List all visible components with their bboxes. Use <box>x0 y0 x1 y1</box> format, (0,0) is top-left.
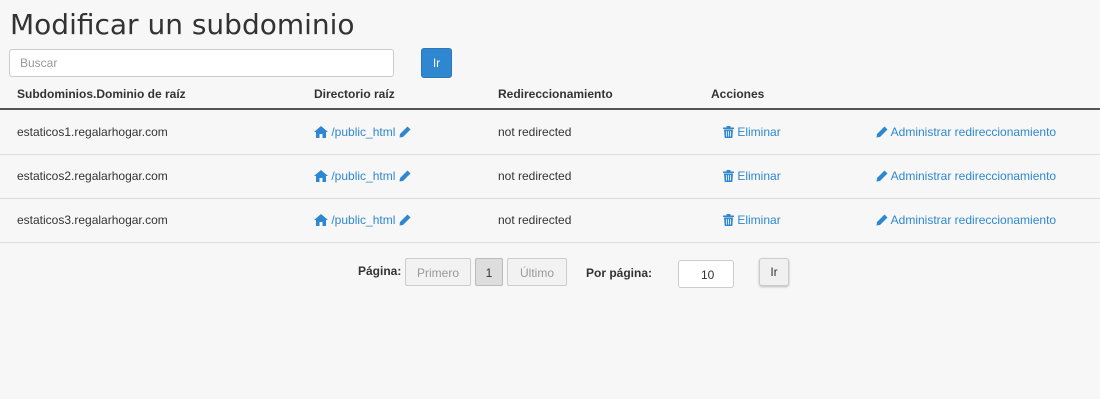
last-page-button[interactable]: Último <box>507 258 567 286</box>
redirect-status: not redirected <box>498 125 572 139</box>
per-page-label: Por página: <box>586 266 653 280</box>
delete-link[interactable]: Eliminar <box>723 213 781 227</box>
manage-redirect-label: Administrar redireccionamiento <box>890 169 1057 183</box>
column-header-redirect[interactable]: Redireccionamiento <box>498 87 613 101</box>
column-header-docroot[interactable]: Directorio raíz <box>314 87 395 101</box>
per-page-value: 10 <box>701 268 715 282</box>
manage-redirect-label: Administrar redireccionamiento <box>890 213 1057 227</box>
delete-label: Eliminar <box>737 169 781 183</box>
delete-label: Eliminar <box>737 125 781 139</box>
trash-icon <box>723 126 734 138</box>
redirect-status: not redirected <box>498 169 572 183</box>
subdomain-name: estaticos3.regalarhogar.com <box>17 213 168 227</box>
trash-icon <box>723 214 734 226</box>
home-icon <box>314 126 328 138</box>
docroot-path: /public_html <box>331 125 396 139</box>
delete-label: Eliminar <box>737 213 781 227</box>
table-row: estaticos3.regalarhogar.com /public_html… <box>0 198 1100 243</box>
table-row: estaticos1.regalarhogar.com /public_html… <box>0 110 1100 155</box>
delete-link[interactable]: Eliminar <box>723 125 781 139</box>
docroot-link[interactable]: /public_html <box>314 125 411 139</box>
per-page-go-button[interactable]: Ir <box>759 258 789 286</box>
pencil-icon <box>876 126 888 138</box>
per-page-input[interactable]: 10 <box>678 260 734 288</box>
manage-redirect-label: Administrar redireccionamiento <box>890 125 1057 139</box>
subdomain-name: estaticos2.regalarhogar.com <box>17 169 168 183</box>
subdomain-name: estaticos1.regalarhogar.com <box>17 125 168 139</box>
page-label: Página: <box>358 264 402 278</box>
redirect-status: not redirected <box>498 213 572 227</box>
pencil-icon <box>876 214 888 226</box>
docroot-link[interactable]: /public_html <box>314 169 411 183</box>
docroot-path: /public_html <box>331 213 396 227</box>
docroot-path: /public_html <box>331 169 396 183</box>
pencil-icon <box>876 170 888 182</box>
page-title: Modificar un subdominio <box>10 8 355 41</box>
column-header-subdomain[interactable]: Subdominios.Dominio de raíz <box>17 87 186 101</box>
column-header-actions: Acciones <box>711 87 765 101</box>
delete-link[interactable]: Eliminar <box>723 169 781 183</box>
docroot-link[interactable]: /public_html <box>314 213 411 227</box>
trash-icon <box>723 170 734 182</box>
search-input[interactable] <box>9 49 394 77</box>
table-header: Subdominios.Dominio de raíz Directorio r… <box>0 84 1100 110</box>
search-go-button[interactable]: Ir <box>421 48 452 78</box>
table-row: estaticos2.regalarhogar.com /public_html… <box>0 154 1100 199</box>
pencil-icon[interactable] <box>399 126 411 138</box>
manage-redirect-link[interactable]: Administrar redireccionamiento <box>876 125 1056 139</box>
first-page-button[interactable]: Primero <box>405 258 471 286</box>
pencil-icon[interactable] <box>399 170 411 182</box>
home-icon <box>314 170 328 182</box>
current-page-button[interactable]: 1 <box>475 258 503 286</box>
manage-redirect-link[interactable]: Administrar redireccionamiento <box>876 169 1056 183</box>
manage-redirect-link[interactable]: Administrar redireccionamiento <box>876 213 1056 227</box>
pencil-icon[interactable] <box>399 214 411 226</box>
home-icon <box>314 214 328 226</box>
